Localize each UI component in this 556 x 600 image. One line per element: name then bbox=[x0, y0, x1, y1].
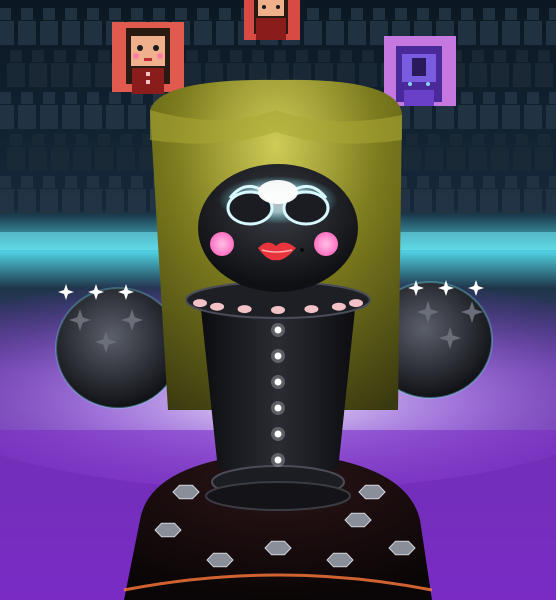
spectator-right[interactable] bbox=[384, 36, 456, 106]
eye-glare bbox=[258, 180, 298, 204]
game-viewport[interactable] bbox=[0, 0, 556, 600]
left-blush bbox=[210, 232, 234, 256]
left-arm-orb bbox=[55, 287, 181, 409]
spectator-center[interactable] bbox=[244, 0, 300, 40]
scene-render bbox=[0, 0, 556, 600]
spectator-left[interactable] bbox=[112, 22, 184, 94]
right-blush bbox=[314, 232, 338, 256]
head bbox=[198, 164, 358, 292]
beauty-mark bbox=[300, 248, 304, 252]
